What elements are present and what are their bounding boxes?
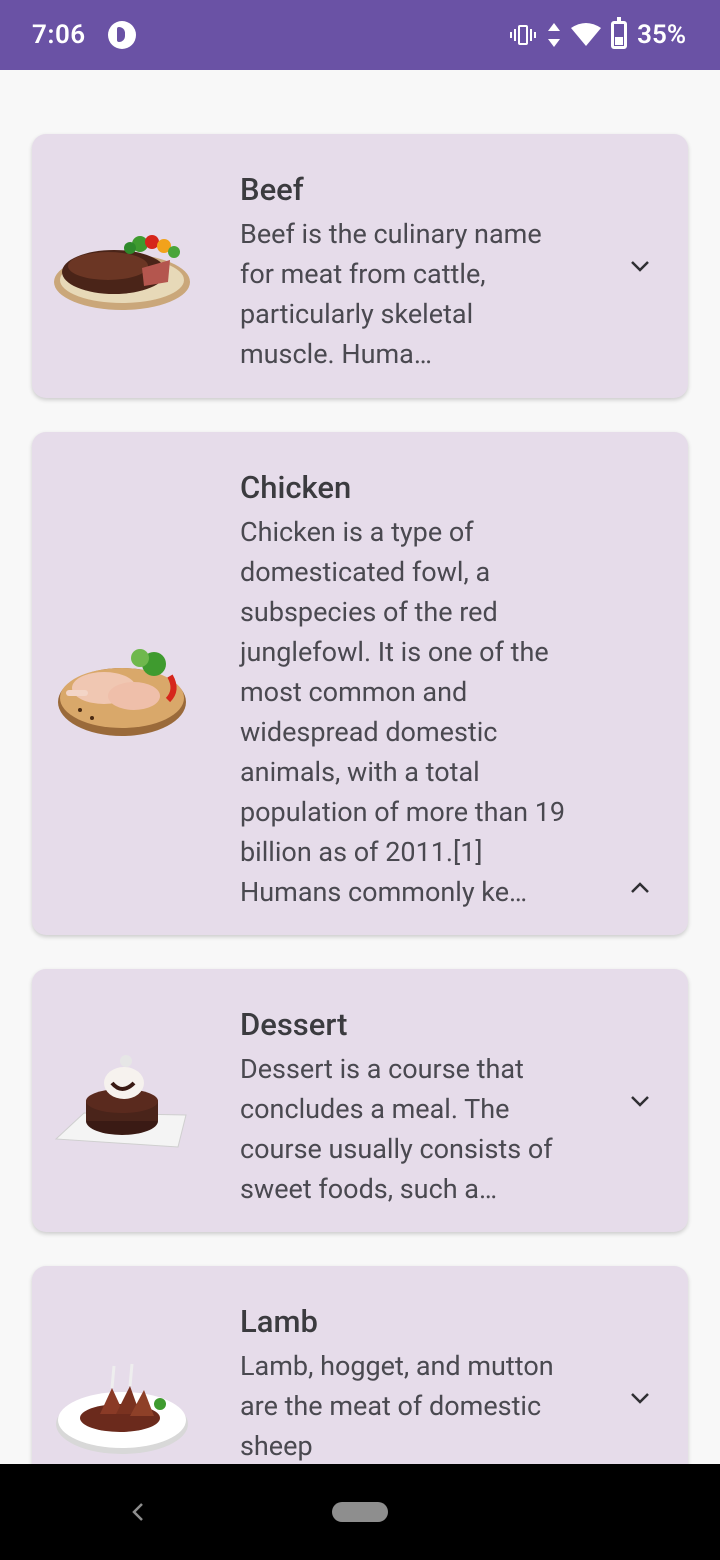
- status-bar: 7:06 4 35%: [0, 0, 720, 70]
- battery-icon: [611, 17, 628, 49]
- status-time: 7:06: [32, 20, 86, 50]
- food-card-beef[interactable]: Beef Beef is the culinary name for meat …: [32, 134, 688, 398]
- back-icon[interactable]: [128, 1498, 148, 1526]
- home-pill[interactable]: [332, 1502, 388, 1522]
- card-description: Lamb, hogget, and mutton are the meat of…: [240, 1350, 554, 1462]
- chevron-down-icon[interactable]: [626, 1087, 654, 1115]
- status-icons: 4 35%: [509, 17, 686, 50]
- card-text: Dessert Dessert is a course that conclud…: [240, 1007, 570, 1209]
- card-title: Dessert: [240, 1006, 348, 1043]
- vibrate-icon: [509, 23, 537, 47]
- card-text: Chicken Chicken is a type of domesticate…: [240, 470, 570, 912]
- steak-plate-image: [54, 235, 190, 310]
- food-card-lamb[interactable]: Lamb Lamb, hogget, and mutton are the me…: [32, 1266, 688, 1496]
- card-description: Dessert is a course that concludes a mea…: [240, 1053, 553, 1205]
- chevron-down-icon[interactable]: [626, 252, 654, 280]
- card-description: Beef is the culinary name for meat from …: [240, 218, 542, 370]
- card-title: Beef: [240, 171, 304, 208]
- data-arrows-icon: [547, 23, 561, 47]
- app-indicator-icon: [107, 21, 136, 49]
- card-text: Beef Beef is the culinary name for meat …: [240, 172, 570, 374]
- food-card-chicken[interactable]: Chicken Chicken is a type of domesticate…: [32, 432, 688, 935]
- chicken-legs-plate-image: [58, 649, 186, 736]
- chocolate-cake-image: [54, 1055, 187, 1148]
- card-text: Lamb Lamb, hogget, and mutton are the me…: [240, 1304, 570, 1466]
- battery-percent: 35%: [637, 20, 686, 50]
- food-card-dessert[interactable]: Dessert Dessert is a course that conclud…: [32, 969, 688, 1232]
- card-title: Chicken: [240, 469, 352, 506]
- wifi-icon: 4: [571, 23, 602, 48]
- chevron-down-icon[interactable]: [626, 1384, 654, 1412]
- lamb-chops-plate-image: [56, 1363, 188, 1454]
- chevron-up-icon[interactable]: [626, 874, 654, 902]
- svg-text:4: 4: [589, 39, 595, 48]
- card-description: Chicken is a type of domesticated fowl, …: [240, 516, 566, 908]
- card-title: Lamb: [240, 1303, 318, 1340]
